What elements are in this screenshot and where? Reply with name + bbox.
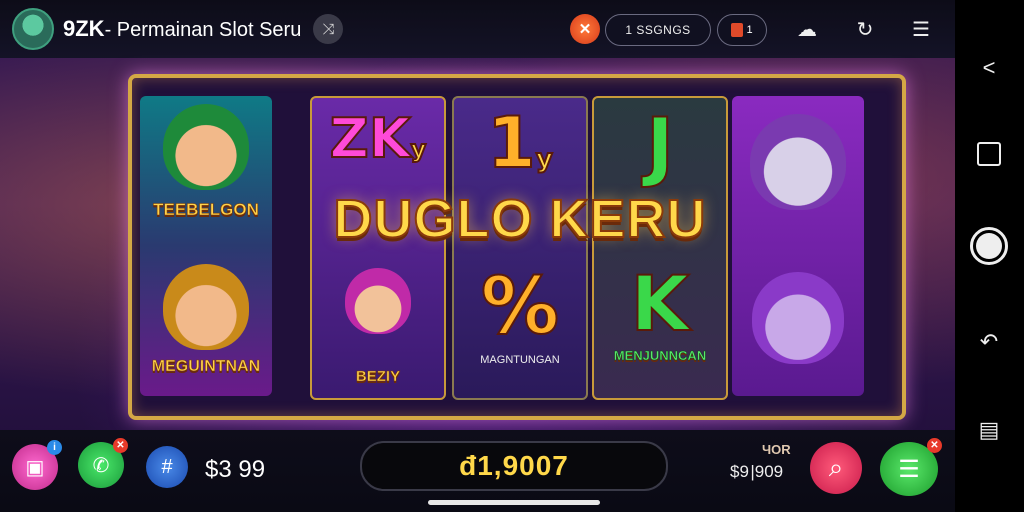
symbol-label: MENJUNNCAN: [613, 348, 707, 363]
cat-face-icon: [752, 272, 844, 364]
clipboard-icon: ▤: [978, 417, 1000, 442]
pink-kid-face-icon: [345, 268, 411, 334]
wolf-face-icon: [750, 114, 846, 210]
refresh-button[interactable]: ↻: [850, 14, 880, 44]
bet-value: $9 |909: [730, 462, 784, 481]
symbol-label: MEGUINTNAN: [151, 358, 261, 376]
grid-icon: #: [161, 455, 173, 478]
share-button[interactable]: ⤨: [313, 14, 344, 44]
avatar[interactable]: [12, 8, 54, 50]
refresh-icon: ↻: [856, 18, 874, 41]
reel-5: [732, 96, 864, 396]
back-button[interactable]: ↶: [969, 322, 1009, 362]
status-pill[interactable]: 1 SSGNGS: [605, 14, 711, 46]
symbol-glyph: %: [480, 262, 560, 352]
bet-label: ЧOR: [762, 442, 791, 457]
symbol-label: BEZIY: [355, 368, 401, 386]
brand-name: 9ZK: [63, 16, 105, 41]
gift-button[interactable]: ▣ i: [12, 440, 62, 490]
shutter-button[interactable]: [969, 226, 1009, 266]
shutter-icon: [970, 227, 1008, 265]
symbol-glyph: K: [630, 259, 691, 348]
home-indicator[interactable]: [428, 500, 600, 505]
square-icon: [977, 142, 1001, 166]
app-title: 9ZK- Permainan Slot Seru: [63, 16, 301, 42]
search-icon: ⌕: [828, 452, 844, 482]
game-screen: 9ZK- Permainan Slot Seru ⤨ ✕ 1 SSGNGS 1 …: [0, 0, 955, 512]
close-badge-icon: ✕: [927, 438, 942, 453]
chat-icon: ✆: [92, 454, 110, 477]
symbol-glyph-small: y: [410, 135, 428, 163]
symbol-green-hero: TEEBELGON: [141, 104, 271, 220]
cloud-button[interactable]: ☁: [792, 14, 822, 44]
android-nav-bar: < ↶ ▤: [955, 0, 1024, 512]
bag-button[interactable]: 1: [717, 14, 767, 46]
symbol-label: MAGNTUNGAN: [480, 354, 560, 366]
symbol-glyph: 1: [486, 102, 537, 184]
search-button[interactable]: ⌕: [810, 442, 862, 494]
clipboard-button[interactable]: ▤: [969, 410, 1009, 450]
gold-hero-face-icon: [163, 264, 249, 350]
symbol-label: TEEBELGON: [153, 200, 259, 220]
symbol-glyph: ZK: [329, 107, 412, 170]
symbol-cat: [734, 272, 862, 364]
symbol-one: 1y: [456, 107, 584, 179]
symbol-j: J: [596, 107, 724, 185]
chat-button[interactable]: ✆ ✕: [78, 438, 128, 488]
reel-1: TEEBELGON MEGUINTNAN: [140, 96, 272, 396]
info-badge: i: [47, 440, 62, 455]
win-amount: đ1,9007: [360, 441, 668, 491]
share-icon: ⤨: [322, 20, 335, 38]
share-icon: <: [982, 55, 996, 80]
back-icon: ↶: [979, 329, 999, 354]
hamburger-icon: ☰: [912, 18, 930, 41]
bag-icon: [731, 23, 744, 37]
symbol-percent: % MAGNTUNGAN: [456, 267, 584, 366]
close-icon: ✕: [578, 21, 592, 38]
symbol-wolf: [734, 114, 862, 210]
symbol-gold-hero: MEGUINTNAN: [141, 264, 271, 376]
list-icon: ☰: [898, 455, 920, 483]
green-hero-face-icon: [163, 104, 249, 190]
close-badge-icon: ✕: [113, 438, 128, 453]
symbol-zk: ZKy: [314, 111, 442, 167]
grid-button[interactable]: #: [146, 446, 188, 488]
overlay-title: DUGLO KERU: [333, 188, 707, 250]
title-text: - Permainan Slot Seru: [104, 19, 302, 41]
cloud-icon: ☁: [797, 18, 817, 41]
symbol-glyph: J: [645, 101, 675, 190]
symbol-pink-kid: BEZIY: [314, 268, 442, 385]
recents-button[interactable]: [969, 134, 1009, 174]
balance: $3 99: [205, 456, 266, 483]
notification-button[interactable]: ✕: [570, 14, 600, 44]
menu-list-button[interactable]: ☰ ✕: [880, 438, 942, 496]
share-nav-button[interactable]: <: [969, 48, 1009, 88]
bag-count: 1: [746, 24, 753, 36]
menu-button[interactable]: ☰: [906, 14, 936, 44]
symbol-glyph-small: y: [535, 144, 554, 174]
symbol-k: K MENJUNNCAN: [596, 265, 724, 364]
gift-icon: ▣: [25, 456, 45, 479]
